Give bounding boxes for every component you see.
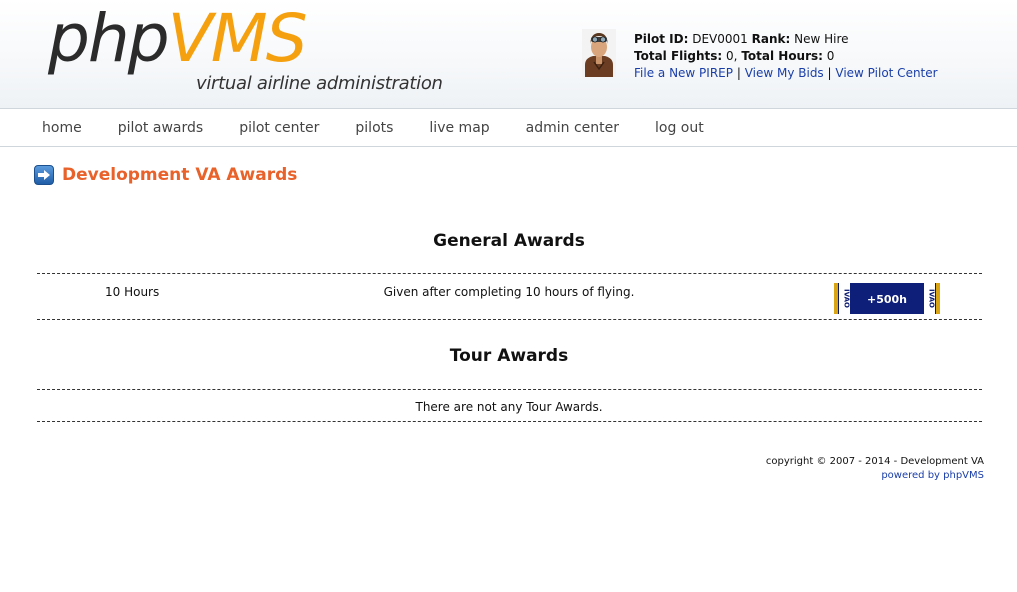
total-flights-value: 0, [726,49,738,63]
nav-item-home[interactable]: home [24,109,100,147]
nav-item-log-out[interactable]: log out [637,109,722,147]
powered-by-link[interactable]: powered by phpVMS [881,470,984,481]
page-heading: Development VA Awards [34,160,984,190]
copyright-text: copyright © 2007 - 2014 - Development VA [765,456,984,467]
empty-tour-message: There are not any Tour Awards. [415,400,603,414]
nav-item-pilot-center[interactable]: pilot center [221,109,337,147]
link-separator: | [736,66,741,80]
nav-item-admin-center[interactable]: admin center [508,109,637,147]
view-bids-link[interactable]: View My Bids [745,66,824,80]
total-hours-value: 0 [826,49,835,63]
nav-item-pilots[interactable]: pilots [337,109,411,147]
tour-awards-title: Tour Awards [449,346,569,366]
page-title: Development VA Awards [62,165,298,185]
total-hours-label: Total Hours: [741,49,823,63]
phpvms-logo[interactable]: phpVMS virtual airline administration [48,0,443,102]
page-footer: copyright © 2007 - 2014 - Development VA… [766,455,984,483]
divider [37,273,982,274]
view-pilot-center-link[interactable]: View Pilot Center [835,66,937,80]
main-content: Development VA Awards General Awards 10 … [34,160,984,422]
link-separator: | [827,66,832,80]
pilot-avatar-icon [582,29,616,77]
divider [37,319,982,320]
total-flights-label: Total Flights: [634,49,723,63]
page-header: phpVMS virtual airline administration Pi… [0,0,1017,109]
pilot-id-value: DEV0001 [692,32,748,46]
pilot-info: Pilot ID: DEV0001 Rank: New Hire Total F… [634,31,938,82]
main-nav: home pilot awards pilot center pilots li… [0,109,1017,147]
logo-wordmark: phpVMS [48,0,308,77]
rank-value: New Hire [794,32,849,46]
badge-text: +500h [867,293,907,306]
arrow-right-icon [34,165,54,185]
rank-label: Rank: [751,32,791,46]
award-badge-image: IVAO IVAO +500h [834,283,940,314]
nav-item-live-map[interactable]: live map [411,109,507,147]
table-row: 10 Hours Given after completing 10 hours… [36,276,982,320]
badge-side-text: IVAO [928,289,936,308]
badge-side-text: IVAO [843,289,851,308]
divider [37,421,982,422]
logo-subtitle: virtual airline administration [196,73,443,94]
file-pirep-link[interactable]: File a New PIREP [634,66,733,80]
general-awards-title: General Awards [433,231,585,251]
divider [37,389,982,390]
nav-item-pilot-awards[interactable]: pilot awards [100,109,221,147]
pilot-id-label: Pilot ID: [634,32,689,46]
